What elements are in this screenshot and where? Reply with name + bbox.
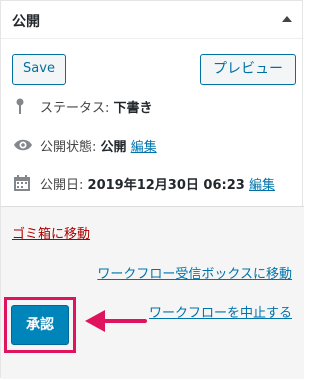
status-value: 下書き	[113, 101, 153, 116]
panel-header[interactable]: 公開	[1, 1, 304, 39]
approve-button[interactable]: 承認	[11, 305, 69, 345]
edit-visibility-link[interactable]: 編集	[131, 140, 157, 155]
preview-button[interactable]: プレビュー	[200, 54, 296, 85]
pin-icon	[16, 98, 24, 114]
edit-date-link[interactable]: 編集	[249, 178, 275, 193]
calendar-icon	[14, 175, 30, 191]
pointing-arrow-icon	[85, 310, 147, 332]
panel-title: 公開	[12, 14, 40, 30]
publish-date-value: 2019年12月30日 06:23	[87, 178, 245, 193]
save-button[interactable]: Save	[12, 54, 66, 85]
move-to-trash-link[interactable]: ゴミ箱に移動	[12, 223, 90, 242]
publish-date-label: 公開日:	[40, 178, 84, 193]
eye-icon	[14, 139, 32, 151]
visibility-label: 公開状態:	[40, 140, 97, 155]
stop-workflow-link[interactable]: ワークフローを中止する	[149, 302, 292, 321]
visibility-value: 公開	[100, 140, 127, 155]
publish-panel: 公開 Save プレビュー ステータス: 下書き 公開状態: 公開 編集 公開日…	[0, 0, 304, 379]
collapse-caret-icon[interactable]	[282, 16, 292, 22]
status-label: ステータス:	[40, 101, 110, 116]
workflow-inbox-link[interactable]: ワークフロー受信ボックスに移動	[97, 263, 292, 282]
